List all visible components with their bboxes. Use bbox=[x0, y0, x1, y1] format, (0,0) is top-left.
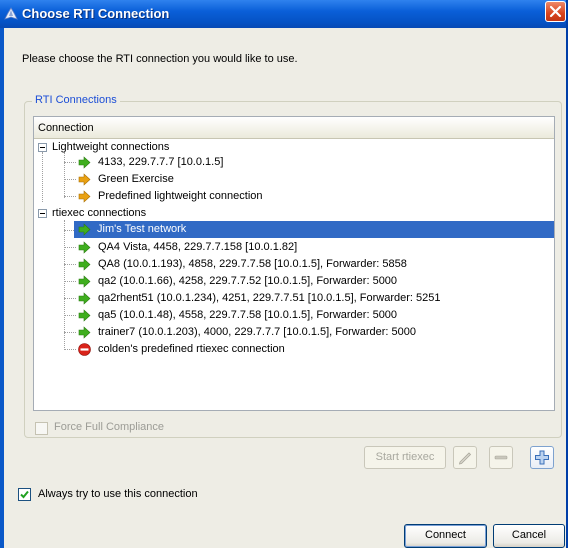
red-no-entry-icon bbox=[78, 343, 91, 356]
connection-item[interactable]: QA8 (10.0.1.193), 4858, 229.7.7.58 [10.0… bbox=[34, 256, 554, 273]
close-button[interactable] bbox=[545, 1, 566, 22]
orange-arrow-icon bbox=[78, 173, 91, 186]
collapse-toggle[interactable] bbox=[38, 209, 47, 218]
connection-item[interactable]: qa2 (10.0.1.66), 4258, 229.7.7.52 [10.0.… bbox=[34, 273, 554, 290]
window-title: Choose RTI Connection bbox=[22, 6, 170, 21]
connection-label: Jim's Test network bbox=[97, 223, 187, 235]
connection-label: qa2 (10.0.1.66), 4258, 229.7.7.52 [10.0.… bbox=[98, 275, 398, 287]
title-bar[interactable]: Choose RTI Connection bbox=[0, 0, 566, 28]
close-icon bbox=[549, 5, 562, 18]
connection-item[interactable]: Predefined lightweight connection bbox=[34, 188, 554, 205]
connection-item[interactable]: QA4 Vista, 4458, 229.7.7.158 [10.0.1.82] bbox=[34, 239, 554, 256]
cancel-label: Cancel bbox=[511, 529, 547, 541]
connection-label: qa5 (10.0.1.48), 4558, 229.7.7.58 [10.0.… bbox=[98, 309, 398, 321]
connection-item[interactable]: qa2rhent51 (10.0.1.234), 4251, 229.7.7.5… bbox=[34, 290, 554, 307]
add-button[interactable] bbox=[530, 446, 554, 469]
start-rtiexec-label: Start rtiexec bbox=[375, 451, 435, 463]
connection-label: QA8 (10.0.1.193), 4858, 229.7.7.58 [10.0… bbox=[98, 258, 407, 270]
green-arrow-icon bbox=[78, 326, 91, 339]
tree-group-rtiexec[interactable]: rtiexec connections bbox=[34, 205, 554, 222]
cancel-button[interactable]: Cancel bbox=[493, 524, 565, 548]
group-label-rtiexec: rtiexec connections bbox=[52, 207, 147, 219]
connection-item[interactable]: trainer7 (10.0.1.203), 4000, 229.7.7.7 [… bbox=[34, 324, 554, 341]
green-arrow-icon bbox=[78, 309, 91, 322]
connection-item[interactable]: Green Exercise bbox=[34, 171, 554, 188]
orange-arrow-icon bbox=[78, 190, 91, 203]
green-arrow-icon bbox=[78, 275, 91, 288]
minus-icon bbox=[494, 455, 508, 460]
column-header-connection[interactable]: Connection bbox=[34, 117, 554, 139]
connection-label: Green Exercise bbox=[98, 173, 174, 185]
intro-text: Please choose the RTI connection you wou… bbox=[22, 53, 298, 65]
green-arrow-icon bbox=[78, 292, 91, 305]
always-use-checkbox[interactable] bbox=[18, 488, 31, 501]
green-arrow-icon bbox=[78, 258, 91, 271]
always-use-label: Always try to use this connection bbox=[38, 488, 198, 500]
connection-label: colden's predefined rtiexec connection bbox=[98, 343, 285, 355]
column-header-label: Connection bbox=[38, 122, 94, 134]
connection-item[interactable]: 4133, 229.7.7.7 [10.0.1.5] bbox=[34, 154, 554, 171]
connection-label: QA4 Vista, 4458, 229.7.7.158 [10.0.1.82] bbox=[98, 241, 298, 253]
connection-item[interactable]: colden's predefined rtiexec connection bbox=[34, 341, 554, 358]
app-icon bbox=[4, 7, 18, 20]
remove-button[interactable] bbox=[489, 446, 513, 469]
connect-label: Connect bbox=[425, 529, 466, 541]
connection-tree-table[interactable]: Connection Lightweight connections 4133,… bbox=[33, 116, 555, 411]
connection-label: Predefined lightweight connection bbox=[98, 190, 263, 202]
green-arrow-icon bbox=[78, 156, 91, 169]
group-label: RTI Connections bbox=[32, 94, 120, 106]
force-compliance-checkbox[interactable] bbox=[35, 422, 48, 435]
connection-label: 4133, 229.7.7.7 [10.0.1.5] bbox=[98, 156, 224, 168]
plus-icon bbox=[535, 450, 549, 465]
connection-label: trainer7 (10.0.1.203), 4000, 229.7.7.7 [… bbox=[98, 326, 416, 338]
connection-label: qa2rhent51 (10.0.1.234), 4251, 229.7.7.5… bbox=[98, 292, 441, 304]
connection-item[interactable]: qa5 (10.0.1.48), 4558, 229.7.7.58 [10.0.… bbox=[34, 307, 554, 324]
connection-item-selected[interactable]: Jim's Test network bbox=[74, 221, 554, 238]
edit-button[interactable] bbox=[453, 446, 477, 469]
collapse-toggle[interactable] bbox=[38, 143, 47, 152]
start-rtiexec-button[interactable]: Start rtiexec bbox=[364, 446, 446, 469]
green-arrow-icon bbox=[78, 223, 91, 236]
pencil-icon bbox=[458, 452, 472, 465]
connect-button[interactable]: Connect bbox=[404, 524, 487, 548]
checkmark-icon bbox=[20, 490, 29, 499]
green-arrow-icon bbox=[78, 241, 91, 254]
force-compliance-label: Force Full Compliance bbox=[54, 421, 165, 433]
